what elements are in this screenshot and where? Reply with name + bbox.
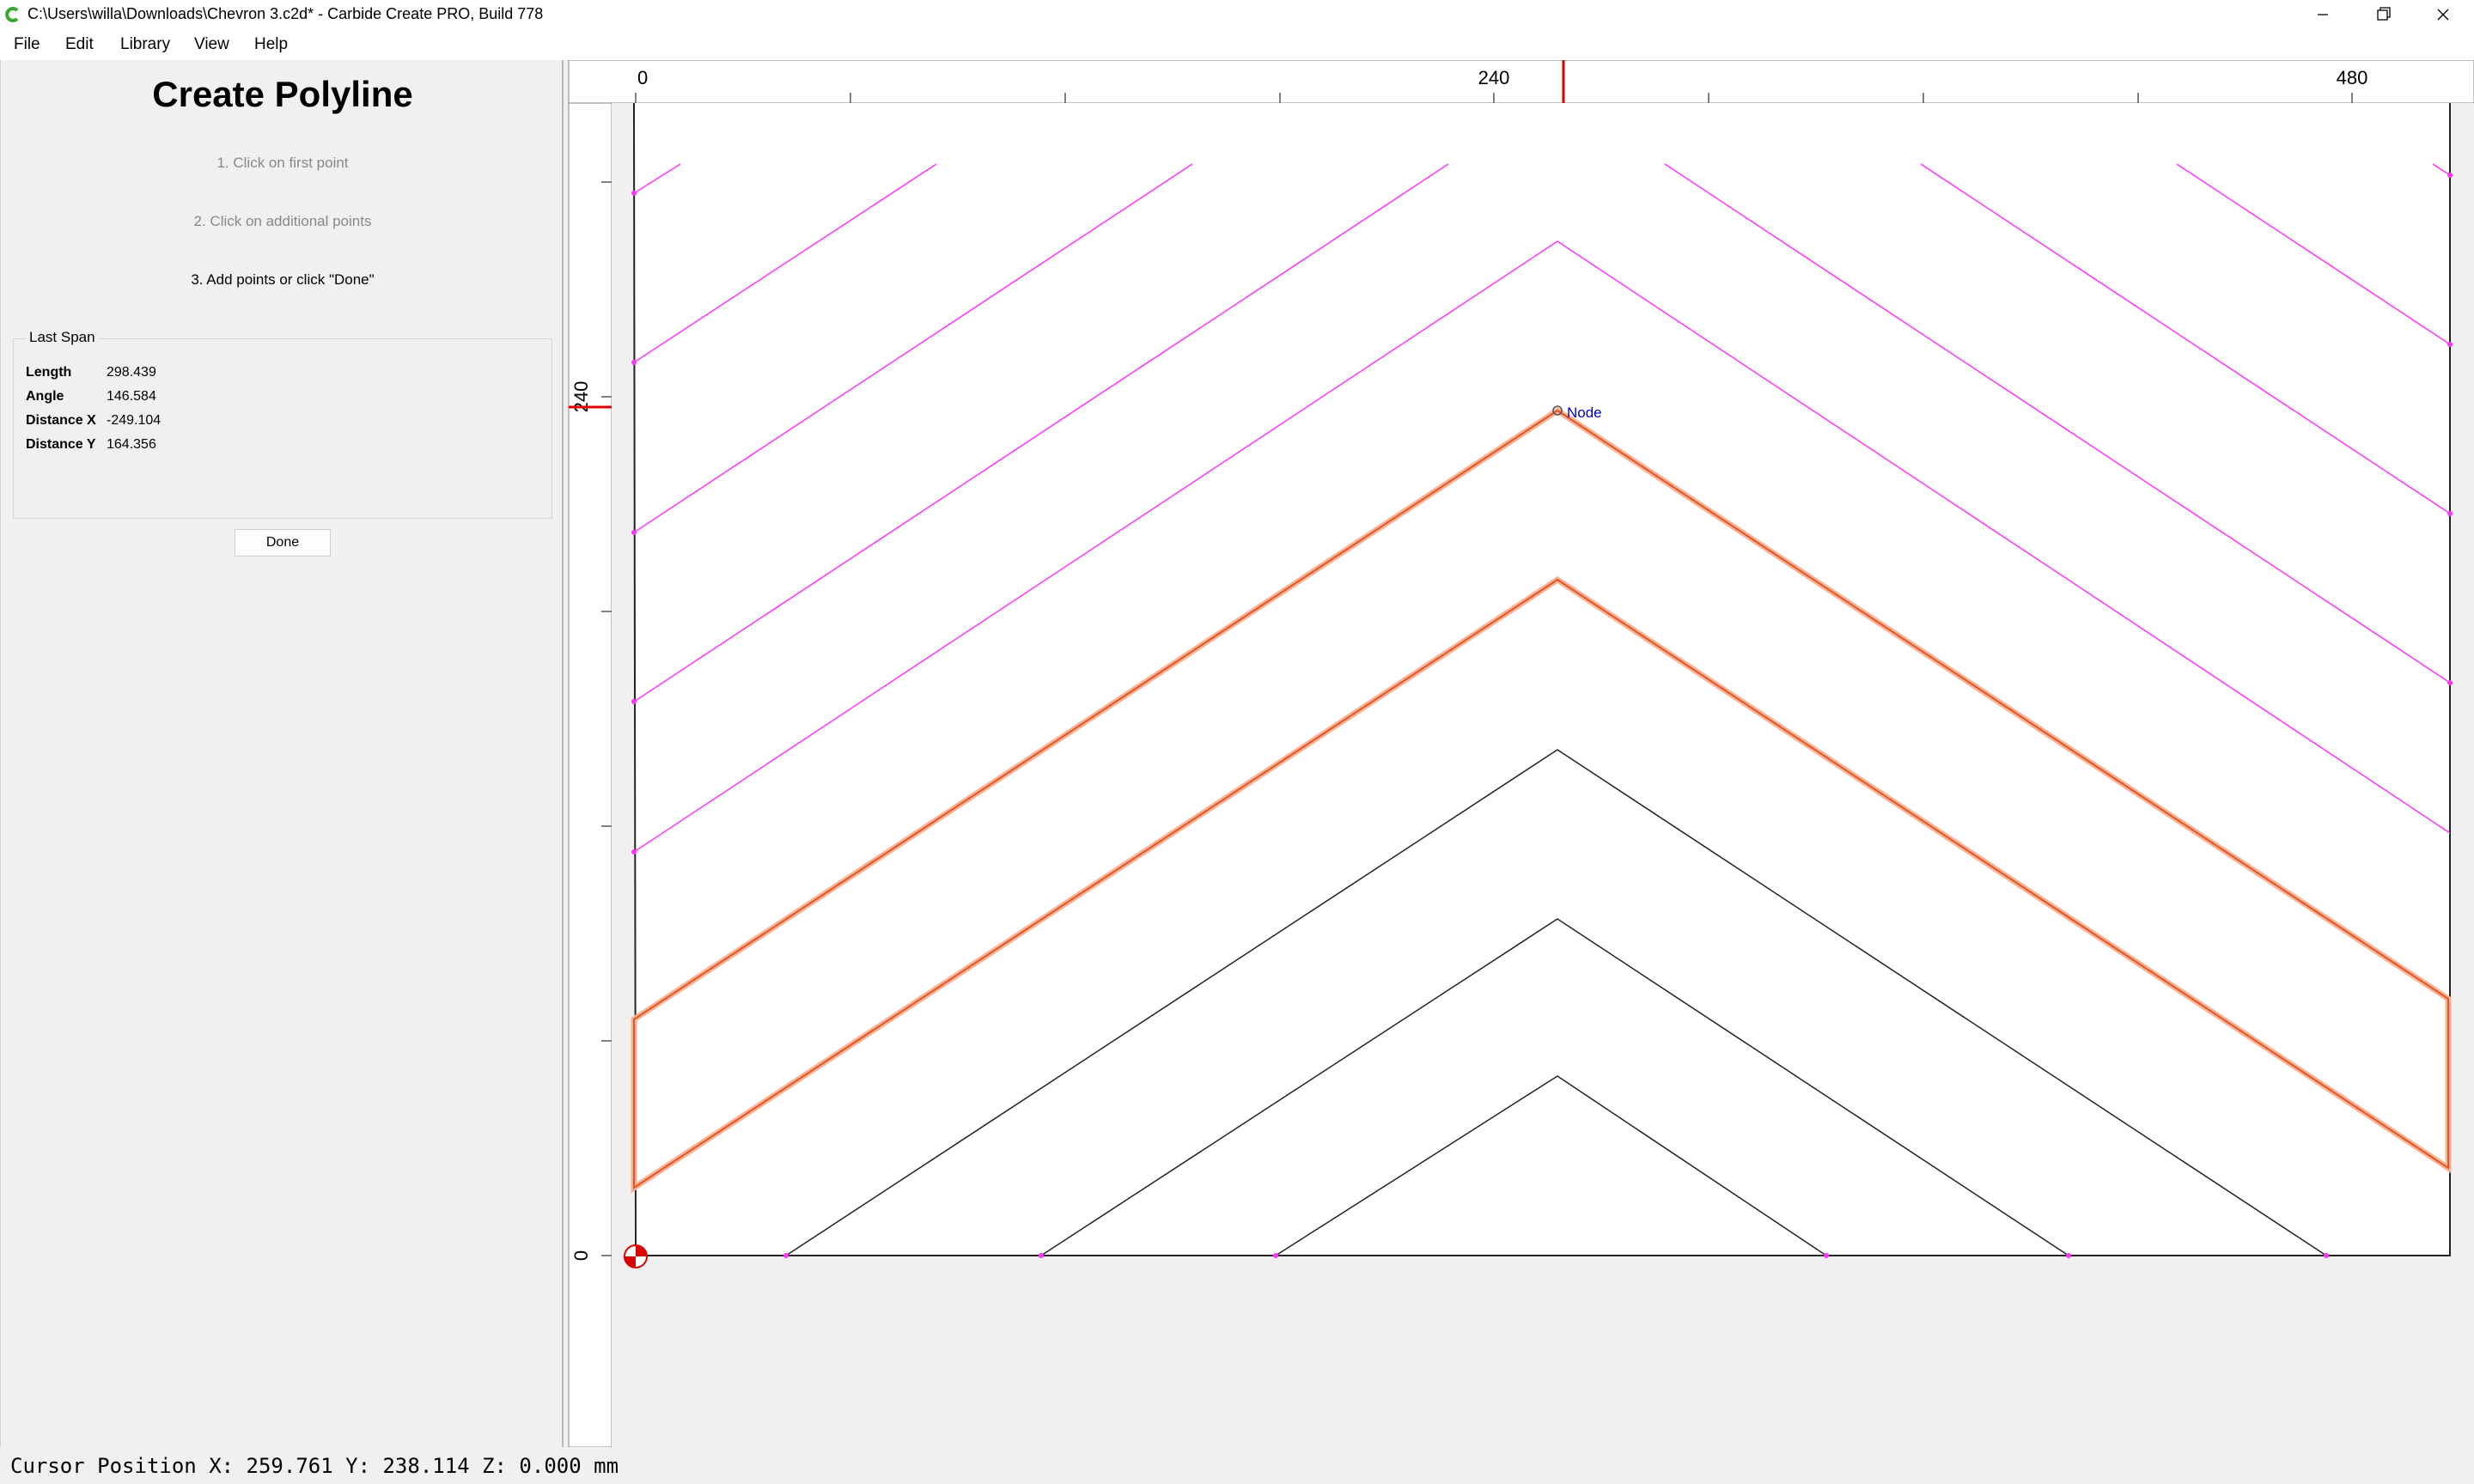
left-ruler[interactable] (568, 102, 612, 1447)
step-3-instruction: 3. Add points or click "Done" (191, 271, 375, 288)
top-ruler[interactable] (568, 60, 2474, 104)
length-label: Length (26, 365, 72, 380)
ruler-top-label-0: 0 (637, 67, 648, 88)
menu-edit[interactable]: Edit (65, 35, 94, 54)
last-span-title: Last Span (26, 329, 99, 346)
ruler-top-label-240: 240 (1478, 67, 1510, 88)
title-bar: C:\Users\willa\Downloads\Chevron 3.c2d* … (0, 0, 2474, 29)
cursor-position-readout: Cursor Position X: 259.761 Y: 238.114 Z:… (10, 1454, 619, 1478)
design-canvas[interactable]: 0 240 480 240 0 Node (567, 60, 2474, 1447)
minimize-button[interactable] (2292, 0, 2352, 29)
distance-x-label: Distance X (26, 413, 96, 428)
step-2-instruction: 2. Click on additional points (193, 213, 372, 229)
node-label: Node (1567, 404, 1602, 421)
distance-x-value: -249.104 (107, 413, 161, 428)
origin-icon (624, 1244, 648, 1268)
angle-label: Angle (26, 389, 64, 404)
create-polyline-panel: Create Polyline 1. Click on first point … (0, 60, 564, 1447)
last-span-group: Last Span Length 298.439 Angle 146.584 D… (13, 329, 552, 519)
close-button[interactable] (2412, 0, 2472, 29)
length-value: 298.439 (107, 365, 156, 380)
restore-button[interactable] (2352, 0, 2412, 29)
distance-y-label: Distance Y (26, 437, 96, 452)
menu-help[interactable]: Help (254, 35, 288, 54)
status-bar: Cursor Position X: 259.761 Y: 238.114 Z:… (0, 1447, 2474, 1484)
menu-bar: File Edit Library View Help (0, 29, 2474, 60)
done-button[interactable]: Done (235, 529, 331, 556)
stock-area[interactable] (634, 103, 2450, 1256)
menu-library[interactable]: Library (120, 35, 170, 54)
close-icon (2437, 9, 2449, 21)
ruler-top-label-480: 480 (2337, 67, 2368, 88)
minimize-icon (2318, 14, 2328, 15)
design-canvas-area[interactable]: 0 240 480 240 0 Node (567, 60, 2474, 1447)
menu-view[interactable]: View (194, 35, 229, 54)
restore-icon (2377, 7, 2391, 21)
distance-y-value: 164.356 (107, 437, 156, 452)
window-title: C:\Users\willa\Downloads\Chevron 3.c2d* … (27, 5, 544, 22)
menu-file[interactable]: File (14, 35, 40, 54)
angle-value: 146.584 (107, 389, 156, 404)
panel-title: Create Polyline (152, 74, 413, 114)
carbide-c-icon (5, 7, 19, 22)
step-1-instruction: 1. Click on first point (216, 155, 349, 171)
ruler-left-label-0: 0 (570, 1250, 592, 1261)
